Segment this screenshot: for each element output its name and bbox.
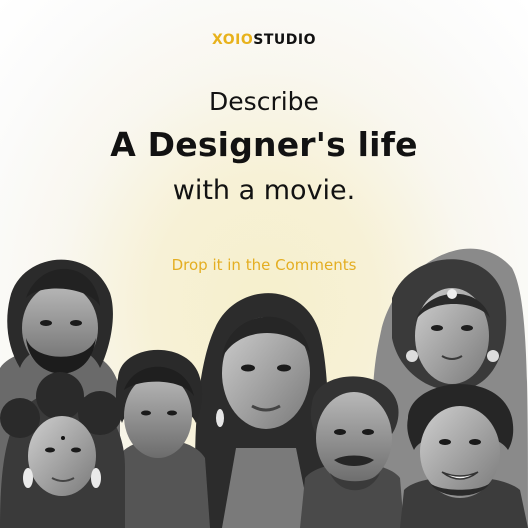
headline-line-3: with a movie. — [172, 175, 356, 206]
portrait-young-man — [112, 349, 210, 528]
brand-logo-part1: XOIO — [211, 32, 254, 48]
headline-line-1: Describe — [209, 87, 319, 116]
brand-logo: XOIOSTUDIO — [0, 31, 528, 49]
celebrity-portrait-collage — [0, 248, 528, 528]
headline-line-2: A Designer's life — [110, 125, 418, 164]
brand-logo-part2: STUDIO — [253, 32, 317, 48]
